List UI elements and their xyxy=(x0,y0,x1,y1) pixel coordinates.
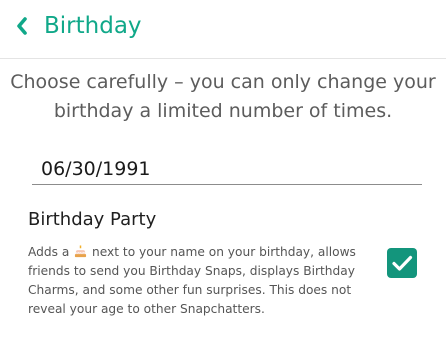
back-button[interactable] xyxy=(10,10,36,42)
change-limit-notice: Choose carefully – you can only change y… xyxy=(10,71,436,122)
birthday-party-title: Birthday Party xyxy=(28,209,157,230)
birthday-party-description: Adds a next to your name on your birthda… xyxy=(28,243,373,319)
birthday-date-input[interactable] xyxy=(32,154,422,185)
party-desc-start: Adds a xyxy=(28,245,70,259)
birthday-party-checkbox[interactable] xyxy=(387,248,417,278)
checkmark-icon xyxy=(387,248,417,278)
chevron-left-icon xyxy=(17,17,27,35)
birthday-settings-screen: Birthday Choose carefully – you can only… xyxy=(0,0,446,342)
page-title: Birthday xyxy=(44,13,142,39)
birthday-cake-icon xyxy=(75,245,87,258)
header-bar: Birthday xyxy=(0,0,446,59)
